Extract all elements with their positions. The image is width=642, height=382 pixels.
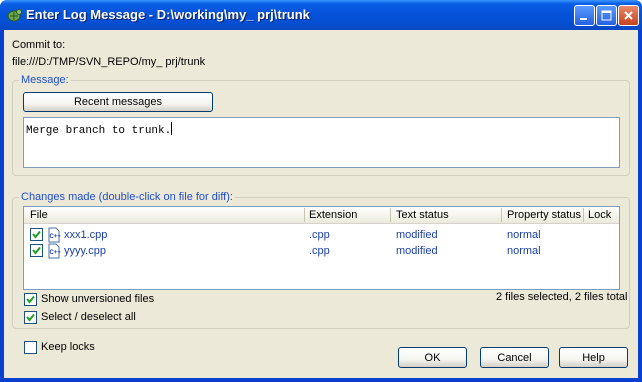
changes-group-label: Changes made (double-click on file for d… [19, 191, 235, 203]
minimize-icon [580, 18, 587, 20]
file-name: xxx1.cpp [64, 229, 108, 241]
row-checkbox[interactable] [30, 228, 43, 241]
svg-text:C++: C++ [50, 234, 62, 240]
help-button[interactable]: Help [559, 347, 628, 368]
dialog-body: Commit to: file:///D:/TMP/SVN_REPO/my_ p… [4, 30, 638, 378]
help-button-label: Help [582, 351, 605, 364]
close-button[interactable] [618, 5, 639, 26]
recent-messages-button[interactable]: Recent messages [23, 92, 213, 112]
log-message-input[interactable]: Merge branch to trunk. [23, 117, 620, 168]
cancel-button-label: Cancel [497, 351, 532, 364]
window-title: Enter Log Message - D:\working\my_ prj\t… [26, 7, 310, 22]
ok-button[interactable]: OK [398, 347, 467, 368]
commit-to-label: Commit to: [12, 39, 66, 51]
close-icon [624, 11, 633, 20]
cpp-file-icon: C++ [48, 243, 62, 259]
column-separator[interactable] [304, 208, 305, 222]
column-header-property-status[interactable]: Property status [507, 209, 581, 221]
property-status: normal [507, 229, 541, 241]
select-all-label[interactable]: Select / deselect all [41, 311, 136, 323]
column-header-file[interactable]: File [30, 209, 48, 221]
checkmark-icon [26, 313, 35, 322]
recent-messages-label: Recent messages [73, 96, 163, 108]
commit-url: file:///D:/TMP/SVN_REPO/my_ prj/trunk [12, 56, 206, 68]
text-caret [171, 122, 173, 135]
cancel-button[interactable]: Cancel [480, 347, 549, 368]
column-separator[interactable] [390, 208, 391, 222]
select-all-checkbox[interactable] [24, 311, 37, 324]
row-checkbox[interactable] [30, 244, 43, 257]
column-header-extension[interactable]: Extension [309, 209, 357, 221]
message-group-label: Message: [19, 74, 71, 86]
selection-status: 2 files selected, 2 files total [496, 291, 628, 303]
property-status: normal [507, 245, 541, 257]
minimize-button[interactable] [574, 5, 595, 26]
column-header-text-status[interactable]: Text status [396, 209, 449, 221]
changes-list[interactable]: File Extension Text status Property stat… [23, 206, 620, 290]
table-row[interactable]: C++ xxx1.cpp .cpp modified normal [24, 227, 619, 243]
checkmark-icon [32, 246, 41, 255]
text-status: modified [396, 229, 438, 241]
column-header-lock[interactable]: Lock [588, 209, 611, 221]
text-status: modified [396, 245, 438, 257]
keep-locks-label[interactable]: Keep locks [41, 341, 95, 353]
column-separator[interactable] [583, 208, 584, 222]
checkmark-icon [26, 295, 35, 304]
table-row[interactable]: C++ yyyy.cpp .cpp modified normal [24, 243, 619, 259]
file-extension: .cpp [309, 245, 330, 257]
keep-locks-checkbox[interactable] [24, 341, 37, 354]
maximize-icon [601, 10, 612, 21]
maximize-button[interactable] [596, 5, 617, 26]
dialog-window: Enter Log Message - D:\working\my_ prj\t… [0, 0, 642, 382]
cpp-file-icon: C++ [48, 227, 62, 243]
title-bar[interactable]: Enter Log Message - D:\working\my_ prj\t… [0, 0, 642, 30]
file-extension: .cpp [309, 229, 330, 241]
show-unversioned-checkbox[interactable] [24, 293, 37, 306]
column-separator[interactable] [501, 208, 502, 222]
tortoisesvn-icon [7, 9, 22, 22]
log-message-text: Merge branch to trunk. [26, 125, 172, 137]
file-name: yyyy.cpp [64, 245, 106, 257]
svg-text:C++: C++ [50, 250, 62, 256]
list-header: File Extension Text status Property stat… [24, 207, 619, 224]
show-unversioned-label[interactable]: Show unversioned files [41, 293, 154, 305]
ok-button-label: OK [424, 351, 441, 364]
checkmark-icon [32, 230, 41, 239]
